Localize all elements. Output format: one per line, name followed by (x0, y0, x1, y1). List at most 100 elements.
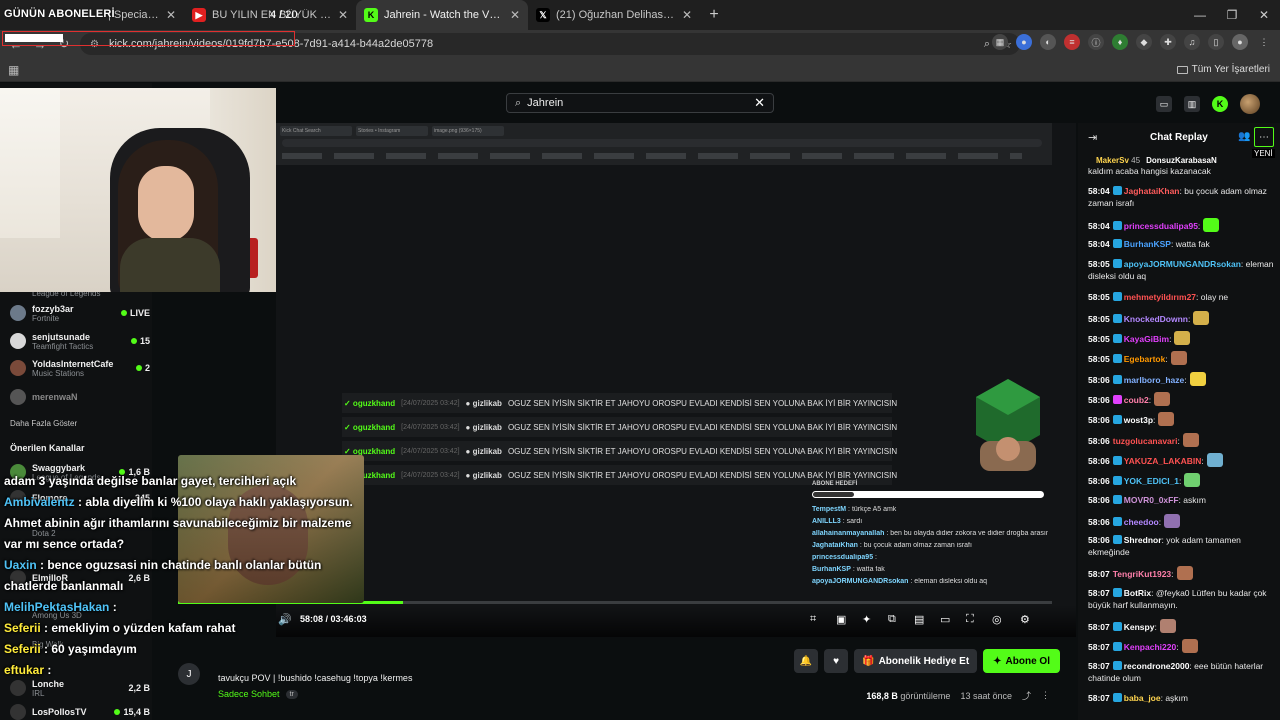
sub-badge-icon (1112, 354, 1122, 364)
collapse-chat-icon[interactable]: ⇥ (1088, 131, 1097, 144)
close-window-icon[interactable]: ✕ (1248, 0, 1280, 30)
close-icon[interactable]: ✕ (166, 8, 176, 22)
subscribe-button[interactable]: ✦ Abone Ol (983, 649, 1060, 673)
fullscreen-icon[interactable]: ⛶ (966, 613, 974, 626)
sidepanel-icon[interactable]: ▯ (1208, 34, 1224, 50)
chat-username[interactable]: coub2 (1124, 395, 1149, 405)
chat-username[interactable]: JaghataiKhan (1124, 186, 1180, 196)
extension-icon[interactable]: ● (1016, 34, 1032, 50)
chat-text: : (1153, 415, 1156, 426)
pip-icon[interactable]: ⧉ (888, 613, 896, 626)
user-avatar[interactable] (1240, 94, 1260, 114)
chat-username[interactable]: MOVR0_0xFF (1124, 495, 1179, 505)
viewer-count: 2,2 B (128, 683, 150, 693)
chat-username[interactable]: tuzgolucanavari (1113, 436, 1178, 446)
minimize-icon[interactable]: — (1184, 0, 1216, 30)
avatar (10, 704, 26, 720)
chat-username[interactable]: BotRix (1124, 588, 1151, 598)
fullscreen-window-icon[interactable]: ▭ (940, 613, 950, 626)
theater-icon[interactable]: ▤ (914, 613, 924, 626)
chat-username[interactable]: Shrednor (1124, 535, 1162, 545)
category-link[interactable]: Sadece Sohbet (218, 689, 280, 699)
dashboard-icon[interactable]: ▥ (1184, 96, 1200, 112)
chat-username[interactable]: KayaGiBim (1124, 334, 1169, 344)
chat-username[interactable]: YOK_EDICI_1 (1124, 476, 1179, 486)
follow-heart-button[interactable]: ♥ (824, 649, 849, 673)
close-icon[interactable]: ✕ (338, 8, 348, 22)
all-bookmarks-button[interactable]: Tüm Yer İşaretleri (1176, 64, 1270, 75)
extension-icon[interactable]: ◆ (1136, 34, 1152, 50)
sub-badge-icon (1112, 535, 1122, 545)
settings-icon[interactable]: ⚙ (1020, 613, 1030, 626)
clear-search-icon[interactable]: ✕ (754, 95, 765, 111)
language-tag[interactable]: tr (285, 689, 298, 699)
kick-icon[interactable]: K (1212, 96, 1228, 112)
inner-tab: Stories • Instagram (356, 126, 428, 136)
share-icon[interactable]: ⤴ (1022, 689, 1031, 702)
close-icon[interactable]: ✕ (682, 8, 692, 22)
chat-username[interactable]: KnockedDownn (1124, 314, 1188, 324)
profile-icon[interactable]: ● (1232, 34, 1248, 50)
sidebar-channel[interactable]: merenwaN (10, 384, 150, 410)
gift-subscription-button[interactable]: 🎁 Abonelik Hediye Et (854, 649, 978, 673)
chat-username[interactable]: recondrone2000 (1124, 661, 1190, 671)
avatar (10, 389, 26, 405)
puzzle-icon[interactable]: ✚ (1160, 34, 1176, 50)
show-more-link[interactable]: Daha Fazla Göster (10, 419, 77, 428)
close-icon[interactable]: ✕ (510, 8, 520, 22)
channel-name: Lonche (32, 678, 65, 689)
chat-username[interactable]: mehmetyildırım27 (1124, 292, 1196, 302)
tab-3[interactable]: 𝕏 (21) Oğuzhan Delihasanoğlu on ✕ (528, 0, 700, 30)
notification-bell-button[interactable]: 🔔 (794, 649, 819, 673)
recommended-channel[interactable]: Lonche IRL 2,2 B (10, 675, 150, 701)
chat-username[interactable]: wost3p (1124, 415, 1153, 425)
media-icon[interactable]: ♫ (1184, 34, 1200, 50)
extension-icon[interactable]: ▦ (992, 34, 1008, 50)
emote-icon (1174, 331, 1191, 346)
tab-2-active[interactable]: K Jahrein - Watch the VOD on Ki ✕ (356, 0, 528, 30)
chat-username[interactable]: Kenspy (1124, 622, 1155, 632)
chat-timestamp: 58:07 (1088, 622, 1110, 632)
chat-username[interactable]: marlboro_haze (1124, 375, 1184, 385)
chat-username[interactable]: princessdualipa95 (1124, 221, 1198, 231)
extension-icon[interactable]: ♦ (1112, 34, 1128, 50)
chat-username[interactable]: apoyaJORMUNGANDRsokan (1124, 259, 1241, 269)
clip-icon[interactable]: ⌗ (810, 613, 816, 626)
sub-badge-icon (1112, 494, 1122, 504)
channel-avatar[interactable]: J (178, 663, 200, 685)
search-input[interactable]: ⌕ Jahrein ✕ (506, 93, 774, 113)
overlay-chat-line: Seferii : 60 yaşımdayım (4, 642, 137, 656)
chat-username[interactable]: BurhanKSP (1124, 239, 1171, 249)
menu-icon[interactable]: ⋮ (1256, 34, 1272, 50)
extension-icon[interactable]: ⓘ (1088, 34, 1104, 50)
chat-username[interactable]: Kenpachi220 (1124, 642, 1176, 652)
chat-text: : aşkım (1160, 692, 1189, 703)
users-icon[interactable]: 👥 (1238, 131, 1250, 142)
chat-username[interactable]: YAKUZA_LAKABIN (1124, 456, 1202, 466)
volume-icon[interactable]: 🔊 (278, 613, 292, 626)
chat-username[interactable]: baba_joe (1124, 693, 1161, 703)
avatar (10, 333, 26, 349)
sidebar-channel[interactable]: senjutsunade Teamfight Tactics 15 (10, 328, 150, 354)
chat-username[interactable]: Egebartok (1124, 354, 1166, 364)
boost-icon[interactable]: ✦ (862, 613, 871, 626)
chat-menu-button[interactable]: ⋯ (1254, 127, 1274, 147)
apps-icon[interactable]: ▦ (8, 63, 19, 77)
auto-icon[interactable]: ◎ (992, 613, 1002, 626)
chat-time: [24/07/2025 03:42] (401, 447, 460, 455)
recommended-channel[interactable]: LosPollosTV 15,4 B (10, 699, 150, 720)
sidebar-channel[interactable]: YoldasInternetCafe Music Stations 2 (10, 355, 150, 381)
extension-icon[interactable]: ◐ (1040, 34, 1056, 50)
extension-icon[interactable]: ≡ (1064, 34, 1080, 50)
sidebar-channel[interactable]: fozzyb3ar Fortnite LIVE (10, 300, 150, 326)
video-player[interactable]: Kick Chat Search Stories • Instagram ima… (276, 123, 1076, 637)
new-tab-button[interactable]: + (700, 0, 728, 30)
bookmark-icon[interactable]: ▣ (836, 613, 846, 626)
more-options-icon[interactable]: ⋮ (1041, 690, 1050, 701)
theater-mode-icon[interactable]: ▭ (1156, 96, 1172, 112)
chat-username[interactable]: TengriKut1923 (1113, 569, 1171, 579)
overlay-subscriber-title: GÜNÜN ABONELERİ (4, 8, 115, 20)
chat-username[interactable]: cheedoo (1124, 517, 1159, 527)
zoom-icon[interactable]: ⌕ (984, 38, 990, 51)
maximize-icon[interactable]: ❐ (1216, 0, 1248, 30)
